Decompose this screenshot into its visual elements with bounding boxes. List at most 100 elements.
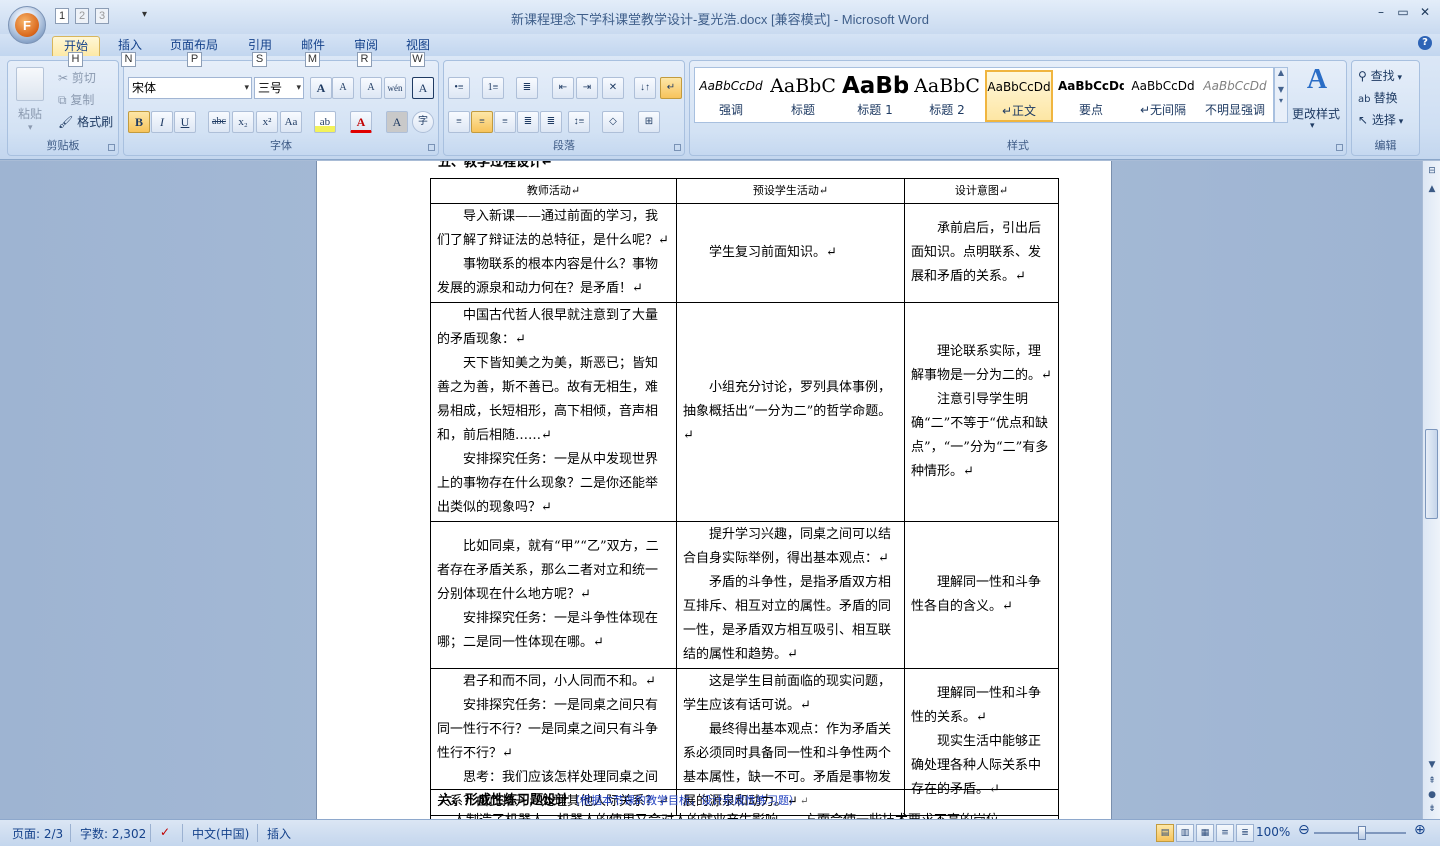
next-page-icon[interactable]: ⇟ xyxy=(1424,801,1440,817)
proofing-icon[interactable]: ✓ xyxy=(160,825,170,839)
shading-icon[interactable]: ◇ xyxy=(602,111,624,133)
student-cell[interactable]: 提升学习兴趣，同桌之间可以结合自身实际举例，得出基本观点：↵ 矛盾的斗争性，是指矛… xyxy=(676,521,905,669)
section6-heading[interactable]: 六、形成性练习题设计（根据本节课的教学目标，设计形成性练习题）↵ xyxy=(430,789,1059,811)
minimize-icon[interactable]: – xyxy=(1372,4,1390,20)
web-layout-icon[interactable]: ▦ xyxy=(1196,824,1214,842)
styles-gallery-scroll[interactable]: ▲ ▼ ▾ xyxy=(1274,67,1288,123)
qat-keytip-save[interactable]: 1 xyxy=(55,8,69,24)
font-dialog-launcher-icon[interactable] xyxy=(428,144,435,151)
language-indicator[interactable]: 中文(中国) xyxy=(192,825,249,842)
numbering-icon[interactable]: 1≡ xyxy=(482,77,504,99)
font-color-button[interactable]: A xyxy=(350,111,372,133)
intent-cell[interactable]: 承前启后，引出后面知识。点明联系、发展和矛盾的关系。↵ xyxy=(904,203,1059,303)
select-button[interactable]: ↖ 选择 ▾ xyxy=(1358,111,1403,128)
underline-button[interactable]: U xyxy=(174,111,196,133)
help-icon[interactable]: ? xyxy=(1418,36,1432,50)
increase-indent-icon[interactable]: ⇥ xyxy=(576,77,598,99)
intent-cell[interactable]: 理论联系实际，理解事物是一分为二的。↵ 注意引导学生明确“二”不等于“优点和缺点”… xyxy=(904,302,1059,522)
paragraph-dialog-launcher-icon[interactable] xyxy=(674,144,681,151)
close-icon[interactable]: ✕ xyxy=(1416,4,1434,20)
print-layout-view-icon[interactable]: ▤ xyxy=(1156,824,1174,842)
replace-button[interactable]: ab 替换 xyxy=(1358,89,1398,106)
scroll-down-arrow-icon[interactable]: ▼ xyxy=(1424,757,1440,773)
scroll-thumb[interactable] xyxy=(1425,429,1438,519)
styles-dialog-launcher-icon[interactable] xyxy=(1336,144,1343,151)
change-styles-button[interactable]: 更改样式 xyxy=(1292,105,1340,122)
find-button[interactable]: ⚲ 查找 ▾ xyxy=(1358,67,1402,84)
shrink-font-button[interactable]: A xyxy=(332,77,354,99)
format-painter-button[interactable]: 🖌 格式刷 xyxy=(58,113,113,130)
phonetic-guide-button[interactable]: wén xyxy=(384,77,406,99)
vertical-scrollbar[interactable]: ⊟ ▲ ▼ ⇞ ● ⇟ xyxy=(1422,161,1440,819)
zoom-slider-thumb[interactable] xyxy=(1358,826,1366,840)
paste-dropdown-icon[interactable]: ▾ xyxy=(28,123,33,133)
insert-mode-indicator[interactable]: 插入 xyxy=(267,825,291,842)
qat-customize-icon[interactable]: ▾ xyxy=(142,9,147,20)
font-name-combobox[interactable]: 宋体 ▾ xyxy=(128,77,252,99)
multilevel-list-icon[interactable]: ≣ xyxy=(516,77,538,99)
draft-view-icon[interactable]: ≣ xyxy=(1236,824,1254,842)
sort-icon[interactable]: ↓↑ xyxy=(634,77,656,99)
outline-view-icon[interactable]: ≡ xyxy=(1216,824,1234,842)
office-button[interactable]: F xyxy=(8,6,46,44)
decrease-indent-icon[interactable]: ⇤ xyxy=(552,77,574,99)
line-spacing-icon[interactable]: ↕≡ xyxy=(568,111,590,133)
qat-keytip-redo[interactable]: 3 xyxy=(95,8,109,24)
word-count[interactable]: 字数: 2,302 xyxy=(80,825,146,842)
style-subtle-emphasis[interactable]: AaBbCcDd 不明显强调 xyxy=(1201,70,1269,122)
borders-icon[interactable]: ⊞ xyxy=(638,111,660,133)
clear-formatting-button[interactable]: A xyxy=(360,77,382,99)
zoom-level[interactable]: 100% xyxy=(1256,825,1290,839)
teacher-cell[interactable]: 比如同桌，就有“甲”“乙”双方，二者存在矛盾关系，那么二者对立和统一分别体现在什… xyxy=(430,521,677,669)
asian-layout-icon[interactable]: ✕ xyxy=(602,77,624,99)
bullets-icon[interactable]: •≡ xyxy=(448,77,470,99)
align-left-icon[interactable]: ≡ xyxy=(448,111,470,133)
style-title[interactable]: AaBbC 标题 xyxy=(769,70,837,122)
page-indicator[interactable]: 页面: 2/3 xyxy=(12,825,63,842)
style-emphasis[interactable]: AaBbCcDd 强调 xyxy=(697,70,765,122)
full-screen-reading-icon[interactable]: ▥ xyxy=(1176,824,1194,842)
font-size-combobox[interactable]: 三号 ▾ xyxy=(254,77,304,99)
copy-button[interactable]: ⧉ 复制 xyxy=(58,91,94,108)
scroll-up-arrow-icon[interactable]: ▲ xyxy=(1424,181,1440,197)
justify-icon[interactable]: ≣ xyxy=(517,111,539,133)
intent-cell[interactable]: 理解同一性和斗争性各自的含义。↵ xyxy=(904,521,1059,669)
paste-button[interactable]: 粘贴 xyxy=(18,105,42,122)
style-normal[interactable]: AaBbCcDd ↵正文 xyxy=(985,70,1053,122)
restore-icon[interactable]: ▭ xyxy=(1394,4,1412,20)
change-styles-dropdown-icon[interactable]: ▾ xyxy=(1310,121,1315,131)
keytip-view: W xyxy=(410,52,425,67)
bold-button[interactable]: B xyxy=(128,111,150,133)
student-cell[interactable]: 学生复习前面知识。↵ xyxy=(676,203,905,303)
subscript-button[interactable]: x₂ xyxy=(232,111,254,133)
teacher-cell[interactable]: 中国古代哲人很早就注意到了大量的矛盾现象：↵ 天下皆知美之为美，斯恶已；皆知善之为… xyxy=(430,302,677,522)
ruler-toggle-icon[interactable]: ⊟ xyxy=(1424,163,1440,179)
highlight-button[interactable]: ab xyxy=(314,111,336,133)
show-marks-icon[interactable]: ↵ xyxy=(660,77,682,99)
italic-button[interactable]: I xyxy=(151,111,173,133)
style-no-spacing[interactable]: AaBbCcDd ↵无间隔 xyxy=(1129,70,1197,122)
zoom-out-icon[interactable]: ⊖ xyxy=(1298,822,1310,838)
qat-keytip-undo[interactable]: 2 xyxy=(75,8,89,24)
character-shading-button[interactable]: A xyxy=(386,111,408,133)
style-heading-2[interactable]: AaBbC 标题 2 xyxy=(913,70,981,122)
strikethrough-button[interactable]: abc xyxy=(208,111,230,133)
character-border-button[interactable]: A xyxy=(412,77,434,99)
zoom-in-icon[interactable]: ⊕ xyxy=(1414,822,1426,838)
distributed-icon[interactable]: ≣ xyxy=(540,111,562,133)
teacher-cell[interactable]: 导入新课——通过前面的学习，我们了解了辩证法的总特征，是什么呢？↵ 事物联系的根本… xyxy=(430,203,677,303)
student-cell[interactable]: 小组充分讨论，罗列具体事例，抽象概括出“一分为二”的哲学命题。↵ xyxy=(676,302,905,522)
enclose-characters-button[interactable]: 字 xyxy=(412,111,434,133)
grow-font-button[interactable]: A xyxy=(310,77,332,99)
cut-button[interactable]: ✂ 剪切 xyxy=(58,69,96,86)
superscript-button[interactable]: x² xyxy=(256,111,278,133)
change-case-button[interactable]: Aa xyxy=(280,111,302,133)
change-styles-icon[interactable]: A xyxy=(1304,66,1330,94)
paste-icon[interactable] xyxy=(16,67,44,101)
document-page[interactable]: 五、教学过程设计↵ 教师活动↵ 预设学生活动↵ 设计意图↵ 导入新课——通过前面… xyxy=(316,161,1112,819)
style-key-point[interactable]: AaBbCcDd 要点 xyxy=(1057,70,1125,122)
align-right-icon[interactable]: ≡ xyxy=(494,111,516,133)
clipboard-dialog-launcher-icon[interactable] xyxy=(108,144,115,151)
align-center-icon[interactable]: ≡ xyxy=(471,111,493,133)
style-heading-1[interactable]: AaBb 标题 1 xyxy=(841,70,909,122)
